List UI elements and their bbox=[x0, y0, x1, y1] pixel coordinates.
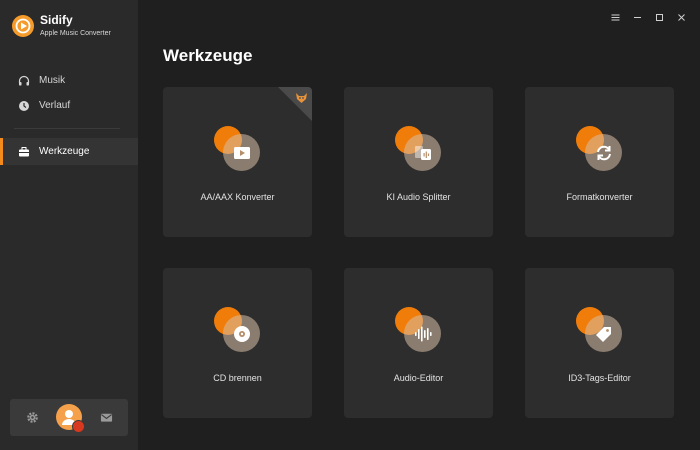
page-title: Werkzeuge bbox=[163, 46, 253, 65]
brand: Sidify Apple Music Converter bbox=[12, 14, 111, 37]
tool-card-ki-audio-splitter[interactable]: KI Audio Splitter bbox=[344, 87, 493, 237]
tool-card-label: Audio-Editor bbox=[393, 373, 444, 383]
tool-card-id3-tags-editor[interactable]: ID3-Tags-Editor bbox=[525, 268, 674, 418]
brand-name: Sidify bbox=[40, 13, 73, 27]
sidebar-item-werkzeuge[interactable]: Werkzeuge bbox=[0, 138, 140, 165]
mail-icon[interactable] bbox=[100, 411, 113, 424]
waveform-split-icon bbox=[414, 145, 431, 160]
sidebar-divider bbox=[14, 128, 120, 129]
sidebar-item-verlauf[interactable]: Verlauf bbox=[0, 93, 138, 118]
tool-card-label: Formatkonverter bbox=[566, 192, 633, 202]
play-icon bbox=[233, 146, 250, 159]
tool-card-label: ID3-Tags-Editor bbox=[568, 373, 631, 383]
tag-icon bbox=[595, 326, 611, 342]
close-icon bbox=[677, 13, 685, 21]
brand-subtitle: Apple Music Converter bbox=[40, 30, 111, 37]
tool-card-audio-editor[interactable]: Audio-Editor bbox=[344, 268, 493, 418]
menu-icon bbox=[611, 14, 619, 20]
avatar-badge-icon bbox=[72, 420, 85, 433]
minimize-icon bbox=[633, 16, 641, 18]
tool-card-label: CD brennen bbox=[213, 373, 262, 383]
waveform-icon bbox=[414, 326, 432, 341]
tool-card-label: KI Audio Splitter bbox=[386, 192, 451, 202]
sidebar-item-label: Musik bbox=[39, 75, 66, 86]
sidify-logo-icon bbox=[12, 14, 34, 37]
menu-button[interactable] bbox=[604, 9, 626, 25]
window-controls bbox=[604, 9, 692, 25]
user-avatar[interactable] bbox=[56, 404, 85, 433]
gear-icon[interactable] bbox=[26, 411, 39, 424]
maximize-icon bbox=[655, 13, 663, 21]
fox-badge-icon bbox=[296, 93, 307, 103]
close-button[interactable] bbox=[670, 9, 692, 25]
clock-icon bbox=[19, 100, 29, 111]
tool-card-label: AA/AAX Konverter bbox=[200, 192, 275, 202]
tool-card-cd-brennen[interactable]: CD brennen bbox=[163, 268, 312, 418]
headphones-icon bbox=[18, 75, 30, 85]
app-window: Sidify Apple Music Converter Musik Verla… bbox=[0, 0, 700, 450]
refresh-icon bbox=[596, 145, 611, 160]
sidebar-nav: Musik Verlauf bbox=[0, 68, 138, 118]
maximize-button[interactable] bbox=[648, 9, 670, 25]
sidebar-footer bbox=[10, 399, 128, 436]
main-content: Werkzeuge AA/AAX Konverter KI Audio Spli… bbox=[138, 0, 700, 450]
sidebar-item-label: Verlauf bbox=[39, 100, 71, 111]
toolbox-icon bbox=[19, 146, 29, 156]
sidebar-item-label: Werkzeuge bbox=[39, 146, 90, 157]
sidebar: Sidify Apple Music Converter Musik Verla… bbox=[0, 0, 140, 450]
minimize-button[interactable] bbox=[626, 9, 648, 25]
sidebar-item-musik[interactable]: Musik bbox=[0, 68, 138, 93]
disc-icon bbox=[233, 325, 250, 342]
tool-card-aa-aax-konverter[interactable]: AA/AAX Konverter bbox=[163, 87, 312, 237]
tool-card-formatkonverter[interactable]: Formatkonverter bbox=[525, 87, 674, 237]
